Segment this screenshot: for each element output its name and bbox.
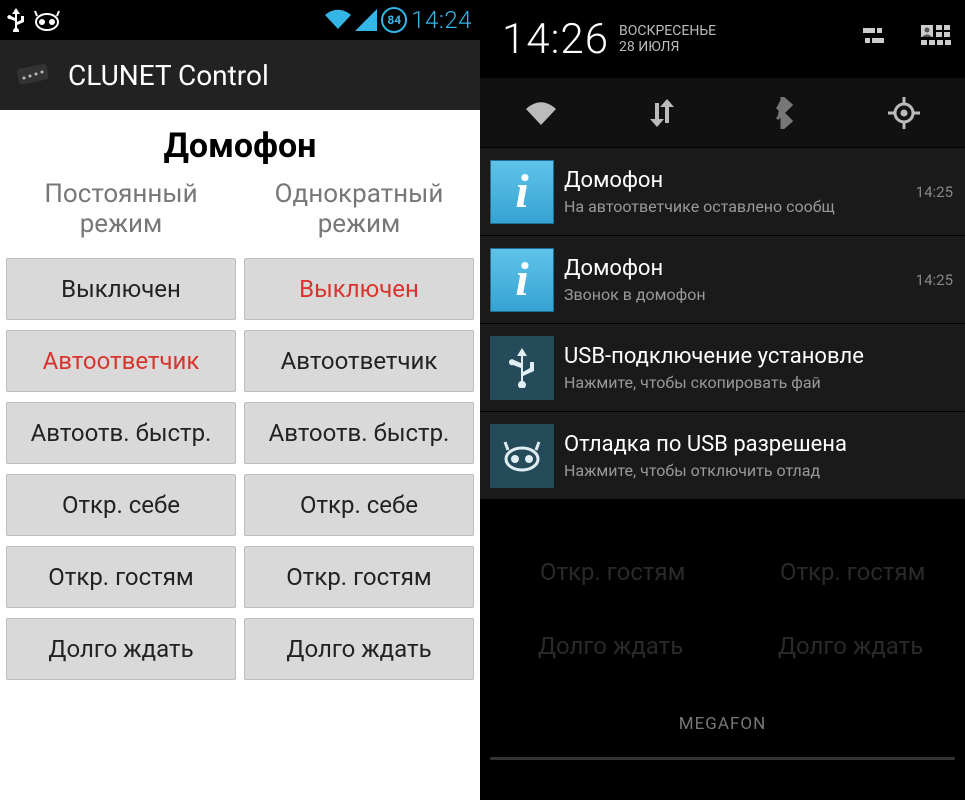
shade-time: 14:26 (502, 15, 609, 64)
gps-toggle-icon[interactable] (880, 89, 928, 137)
app-icon (14, 60, 54, 90)
app-title: CLUNET Control (68, 59, 269, 92)
signal-icon (355, 9, 377, 31)
notification-title: Домофон (564, 256, 898, 281)
status-time: 14:24 (411, 6, 472, 34)
notification-item[interactable]: i Домофон Звонок в домофон 14:25 (480, 236, 965, 324)
phone-right: Откр. гостям Откр. гостям Долго ждать До… (480, 0, 965, 800)
notification-time: 14:25 (916, 183, 953, 201)
notification-list: i Домофон На автоответчике оставлено соо… (480, 148, 965, 500)
settings-shortcut-icon[interactable] (859, 26, 889, 52)
notification-body: Нажмите, чтобы скопировать фай (564, 373, 955, 392)
column-header: Постоянный режим (6, 180, 236, 244)
contact-tile-icon[interactable] (921, 25, 951, 53)
notification-title: Домофон (564, 168, 898, 193)
notification-item[interactable]: Отладка по USB разрешена Нажмите, чтобы … (480, 412, 965, 500)
quick-settings-row (480, 78, 965, 148)
info-icon: i (490, 248, 554, 312)
carrier-label: MEGAFON (480, 714, 965, 734)
notification-time: 14:25 (916, 271, 953, 289)
notification-body: На автоответчике оставлено сообщ (564, 197, 898, 216)
bluetooth-toggle-icon[interactable] (759, 89, 807, 137)
notification-title: Отладка по USB разрешена (564, 432, 955, 457)
usb-icon (490, 336, 554, 400)
shade-date: ВОСКРЕСЕНЬЕ28 ИЮЛЯ (619, 23, 716, 55)
battery-icon: 84 (381, 7, 407, 33)
mode-button[interactable]: Автоответчик (6, 330, 236, 392)
notification-title: USB-подключение установле (564, 344, 955, 369)
mode-button[interactable]: Автоотв. быстр. (244, 402, 474, 464)
mode-button[interactable]: Долго ждать (244, 618, 474, 680)
notification-item[interactable]: i Домофон На автоответчике оставлено соо… (480, 148, 965, 236)
mode-button[interactable]: Автоотв. быстр. (6, 402, 236, 464)
mode-columns: Постоянный режим Выключен Автоответчик А… (0, 180, 480, 690)
mode-button[interactable]: Автоответчик (244, 330, 474, 392)
status-bar: 84 14:24 (0, 0, 480, 40)
shade-header: 14:26 ВОСКРЕСЕНЬЕ28 ИЮЛЯ (480, 0, 965, 78)
ghost-button: Откр. гостям (780, 558, 925, 586)
usb-icon (6, 8, 26, 32)
mode-button[interactable]: Выключен (6, 258, 236, 320)
cyanogen-icon (34, 9, 60, 31)
wifi-icon (325, 9, 351, 31)
mode-button[interactable]: Выключен (244, 258, 474, 320)
mode-button[interactable]: Откр. себе (6, 474, 236, 536)
mode-button[interactable]: Долго ждать (6, 618, 236, 680)
data-toggle-icon[interactable] (638, 89, 686, 137)
mode-button[interactable]: Откр. гостям (244, 546, 474, 608)
column-header: Однократный режим (244, 180, 474, 244)
ghost-button: Откр. гостям (540, 558, 685, 586)
info-icon: i (490, 160, 554, 224)
mode-button[interactable]: Откр. себе (244, 474, 474, 536)
phone-left: 84 14:24 CLUNET Control Домофон Постоянн… (0, 0, 480, 800)
ghost-button: Долго ждать (538, 632, 683, 660)
page-title: Домофон (0, 126, 480, 166)
ghost-button: Долго ждать (778, 632, 923, 660)
notification-item[interactable]: USB-подключение установле Нажмите, чтобы… (480, 324, 965, 412)
notification-body: Звонок в домофон (564, 285, 898, 304)
cyanogen-icon (490, 424, 554, 488)
column-single: Однократный режим Выключен Автоответчик … (244, 180, 474, 690)
mode-button[interactable]: Откр. гостям (6, 546, 236, 608)
column-permanent: Постоянный режим Выключен Автоответчик А… (6, 180, 236, 690)
wifi-toggle-icon[interactable] (517, 89, 565, 137)
shade-handle[interactable] (490, 757, 955, 760)
title-bar: CLUNET Control (0, 40, 480, 110)
notification-body: Нажмите, чтобы отключить отлад (564, 461, 955, 480)
